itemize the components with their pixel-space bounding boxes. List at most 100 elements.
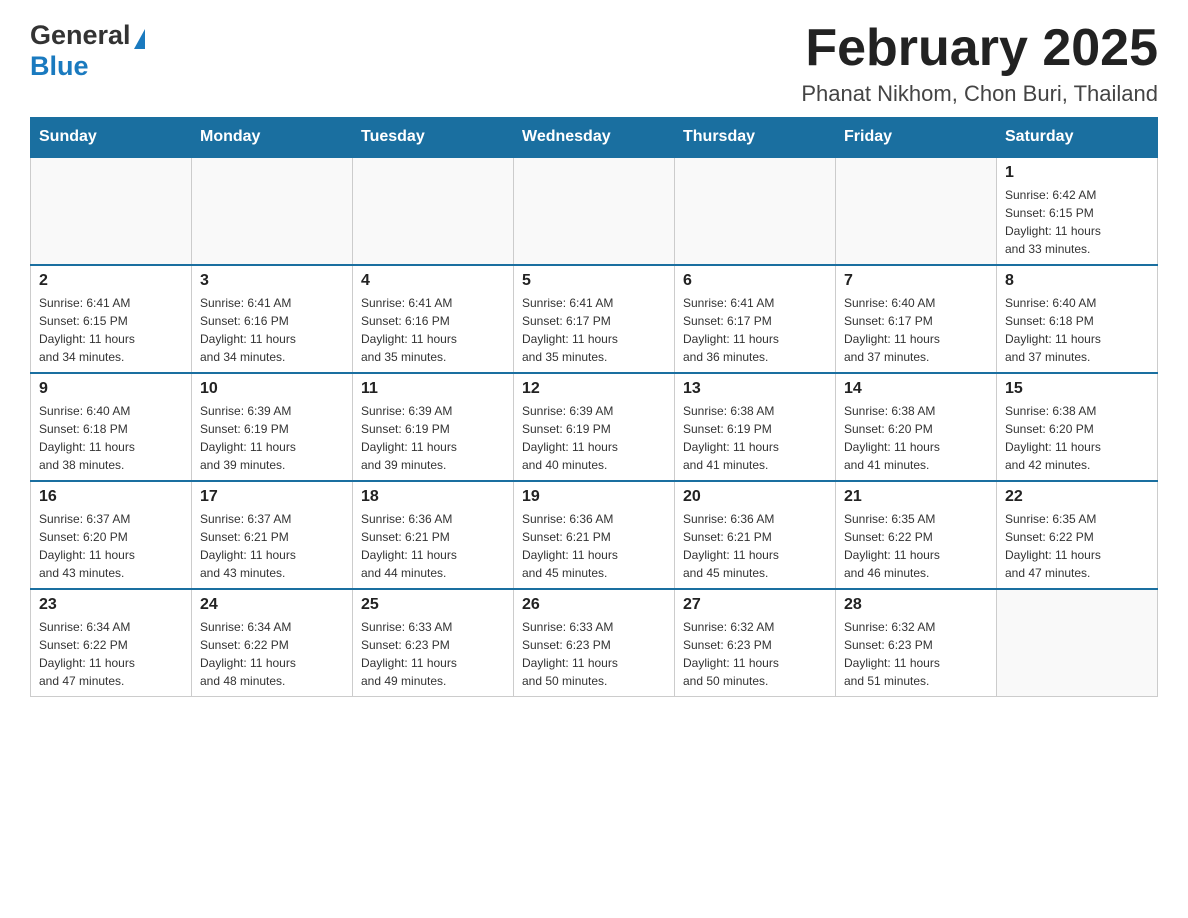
calendar-day-cell — [997, 589, 1158, 697]
logo-general-text: General — [30, 20, 131, 51]
day-number: 15 — [1005, 380, 1149, 398]
day-info: Sunrise: 6:39 AM Sunset: 6:19 PM Dayligh… — [361, 402, 505, 474]
day-info: Sunrise: 6:36 AM Sunset: 6:21 PM Dayligh… — [361, 510, 505, 582]
calendar-day-cell: 9 Sunrise: 6:40 AM Sunset: 6:18 PM Daylig… — [31, 373, 192, 481]
calendar-day-cell: 15 Sunrise: 6:38 AM Sunset: 6:20 PM Dayli… — [997, 373, 1158, 481]
calendar-day-cell: 17 Sunrise: 6:37 AM Sunset: 6:21 PM Dayli… — [192, 481, 353, 589]
logo-triangle-icon — [134, 29, 145, 49]
day-info: Sunrise: 6:34 AM Sunset: 6:22 PM Dayligh… — [39, 618, 183, 690]
calendar-day-cell: 28Sunrise: 6:32 AM Sunset: 6:23 PM Dayli… — [836, 589, 997, 697]
calendar-day-cell: 19 Sunrise: 6:36 AM Sunset: 6:21 PM Dayli… — [514, 481, 675, 589]
title-section: February 2025 Phanat Nikhom, Chon Buri, … — [801, 20, 1158, 107]
day-info: Sunrise: 6:41 AM Sunset: 6:17 PM Dayligh… — [683, 294, 827, 366]
page-title: February 2025 — [801, 20, 1158, 77]
calendar-day-cell: 6 Sunrise: 6:41 AM Sunset: 6:17 PM Daylig… — [675, 265, 836, 373]
calendar-day-cell — [675, 157, 836, 265]
calendar-day-cell: 3 Sunrise: 6:41 AM Sunset: 6:16 PM Daylig… — [192, 265, 353, 373]
day-info: Sunrise: 6:40 AM Sunset: 6:18 PM Dayligh… — [1005, 294, 1149, 366]
calendar-day-cell: 4Sunrise: 6:41 AM Sunset: 6:16 PM Daylig… — [353, 265, 514, 373]
calendar-day-cell: 11 Sunrise: 6:39 AM Sunset: 6:19 PM Dayli… — [353, 373, 514, 481]
calendar-day-cell: 10 Sunrise: 6:39 AM Sunset: 6:19 PM Dayli… — [192, 373, 353, 481]
day-number: 18 — [361, 488, 505, 506]
calendar-header-row: SundayMondayTuesdayWednesdayThursdayFrid… — [31, 118, 1158, 158]
day-number: 5 — [522, 272, 666, 290]
day-info: Sunrise: 6:37 AM Sunset: 6:21 PM Dayligh… — [200, 510, 344, 582]
calendar-header-tuesday: Tuesday — [353, 118, 514, 158]
day-number: 1 — [1005, 164, 1149, 182]
calendar-day-cell: 18 Sunrise: 6:36 AM Sunset: 6:21 PM Dayli… — [353, 481, 514, 589]
day-number: 25 — [361, 596, 505, 614]
calendar-day-cell: 20 Sunrise: 6:36 AM Sunset: 6:21 PM Dayli… — [675, 481, 836, 589]
calendar-day-cell: 5 Sunrise: 6:41 AM Sunset: 6:17 PM Daylig… — [514, 265, 675, 373]
day-info: Sunrise: 6:40 AM Sunset: 6:17 PM Dayligh… — [844, 294, 988, 366]
logo-blue-text: Blue — [30, 51, 89, 82]
calendar-day-cell: 27 Sunrise: 6:32 AM Sunset: 6:23 PM Dayli… — [675, 589, 836, 697]
calendar-week-row: 16 Sunrise: 6:37 AM Sunset: 6:20 PM Dayli… — [31, 481, 1158, 589]
page-subtitle: Phanat Nikhom, Chon Buri, Thailand — [801, 81, 1158, 107]
calendar-header-wednesday: Wednesday — [514, 118, 675, 158]
calendar-day-cell: 12Sunrise: 6:39 AM Sunset: 6:19 PM Dayli… — [514, 373, 675, 481]
calendar-week-row: 23 Sunrise: 6:34 AM Sunset: 6:22 PM Dayli… — [31, 589, 1158, 697]
day-info: Sunrise: 6:36 AM Sunset: 6:21 PM Dayligh… — [683, 510, 827, 582]
day-number: 26 — [522, 596, 666, 614]
calendar-day-cell — [514, 157, 675, 265]
day-info: Sunrise: 6:37 AM Sunset: 6:20 PM Dayligh… — [39, 510, 183, 582]
calendar-day-cell: 14Sunrise: 6:38 AM Sunset: 6:20 PM Dayli… — [836, 373, 997, 481]
calendar-week-row: 1 Sunrise: 6:42 AM Sunset: 6:15 PM Daylig… — [31, 157, 1158, 265]
day-info: Sunrise: 6:34 AM Sunset: 6:22 PM Dayligh… — [200, 618, 344, 690]
calendar-day-cell — [31, 157, 192, 265]
calendar-day-cell: 7Sunrise: 6:40 AM Sunset: 6:17 PM Daylig… — [836, 265, 997, 373]
calendar-day-cell: 25Sunrise: 6:33 AM Sunset: 6:23 PM Dayli… — [353, 589, 514, 697]
day-number: 16 — [39, 488, 183, 506]
calendar-day-cell: 26 Sunrise: 6:33 AM Sunset: 6:23 PM Dayli… — [514, 589, 675, 697]
day-number: 10 — [200, 380, 344, 398]
logo: General Blue — [30, 20, 145, 82]
day-info: Sunrise: 6:42 AM Sunset: 6:15 PM Dayligh… — [1005, 186, 1149, 258]
day-number: 2 — [39, 272, 183, 290]
day-info: Sunrise: 6:38 AM Sunset: 6:20 PM Dayligh… — [1005, 402, 1149, 474]
page-header: General Blue February 2025 Phanat Nikhom… — [30, 20, 1158, 107]
day-number: 8 — [1005, 272, 1149, 290]
day-number: 21 — [844, 488, 988, 506]
day-info: Sunrise: 6:35 AM Sunset: 6:22 PM Dayligh… — [844, 510, 988, 582]
calendar-day-cell: 8 Sunrise: 6:40 AM Sunset: 6:18 PM Daylig… — [997, 265, 1158, 373]
calendar-table: SundayMondayTuesdayWednesdayThursdayFrid… — [30, 117, 1158, 697]
day-info: Sunrise: 6:41 AM Sunset: 6:15 PM Dayligh… — [39, 294, 183, 366]
day-info: Sunrise: 6:41 AM Sunset: 6:16 PM Dayligh… — [361, 294, 505, 366]
calendar-day-cell: 21 Sunrise: 6:35 AM Sunset: 6:22 PM Dayli… — [836, 481, 997, 589]
day-info: Sunrise: 6:33 AM Sunset: 6:23 PM Dayligh… — [522, 618, 666, 690]
day-number: 23 — [39, 596, 183, 614]
day-number: 27 — [683, 596, 827, 614]
day-number: 28 — [844, 596, 988, 614]
day-info: Sunrise: 6:41 AM Sunset: 6:17 PM Dayligh… — [522, 294, 666, 366]
day-info: Sunrise: 6:41 AM Sunset: 6:16 PM Dayligh… — [200, 294, 344, 366]
day-number: 14 — [844, 380, 988, 398]
day-number: 17 — [200, 488, 344, 506]
day-info: Sunrise: 6:32 AM Sunset: 6:23 PM Dayligh… — [683, 618, 827, 690]
calendar-day-cell — [353, 157, 514, 265]
calendar-day-cell: 13 Sunrise: 6:38 AM Sunset: 6:19 PM Dayli… — [675, 373, 836, 481]
calendar-week-row: 9 Sunrise: 6:40 AM Sunset: 6:18 PM Daylig… — [31, 373, 1158, 481]
calendar-day-cell: 23 Sunrise: 6:34 AM Sunset: 6:22 PM Dayli… — [31, 589, 192, 697]
calendar-header-thursday: Thursday — [675, 118, 836, 158]
day-number: 19 — [522, 488, 666, 506]
calendar-day-cell — [836, 157, 997, 265]
day-info: Sunrise: 6:38 AM Sunset: 6:19 PM Dayligh… — [683, 402, 827, 474]
day-number: 9 — [39, 380, 183, 398]
day-number: 13 — [683, 380, 827, 398]
day-number: 3 — [200, 272, 344, 290]
day-number: 6 — [683, 272, 827, 290]
day-info: Sunrise: 6:35 AM Sunset: 6:22 PM Dayligh… — [1005, 510, 1149, 582]
calendar-header-saturday: Saturday — [997, 118, 1158, 158]
calendar-day-cell: 24Sunrise: 6:34 AM Sunset: 6:22 PM Dayli… — [192, 589, 353, 697]
day-info: Sunrise: 6:39 AM Sunset: 6:19 PM Dayligh… — [200, 402, 344, 474]
day-info: Sunrise: 6:40 AM Sunset: 6:18 PM Dayligh… — [39, 402, 183, 474]
day-info: Sunrise: 6:36 AM Sunset: 6:21 PM Dayligh… — [522, 510, 666, 582]
day-number: 20 — [683, 488, 827, 506]
calendar-header-sunday: Sunday — [31, 118, 192, 158]
calendar-day-cell: 16 Sunrise: 6:37 AM Sunset: 6:20 PM Dayli… — [31, 481, 192, 589]
day-number: 11 — [361, 380, 505, 398]
calendar-day-cell: 1 Sunrise: 6:42 AM Sunset: 6:15 PM Daylig… — [997, 157, 1158, 265]
day-number: 12 — [522, 380, 666, 398]
calendar-header-friday: Friday — [836, 118, 997, 158]
